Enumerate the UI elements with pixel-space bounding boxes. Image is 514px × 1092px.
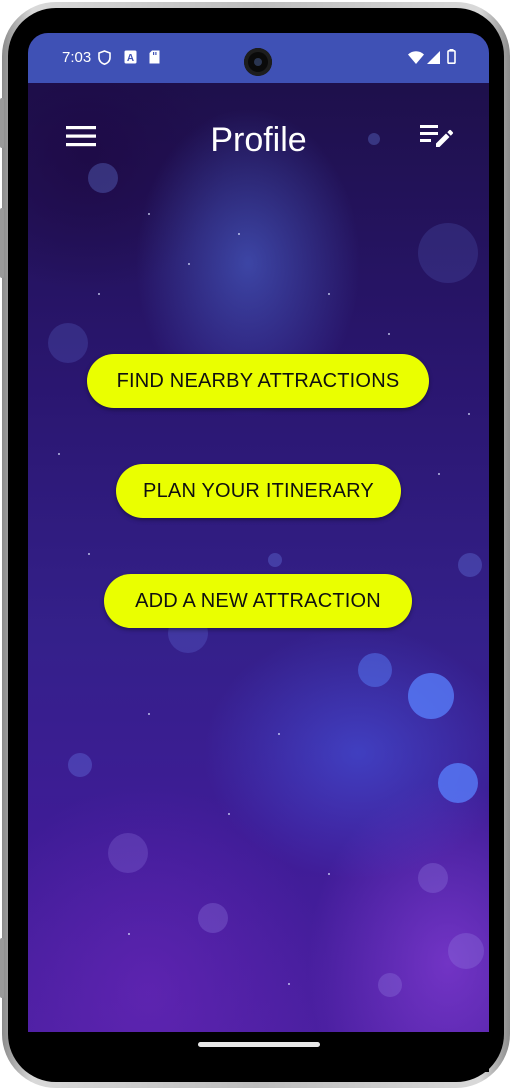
home-indicator[interactable] (198, 1042, 320, 1047)
app-toolbar: Profile (28, 83, 489, 199)
sd-card-icon (149, 50, 160, 69)
status-time: 7:03 (62, 49, 92, 66)
plan-itinerary-button[interactable]: PLAN YOUR ITINERARY (116, 464, 401, 518)
background-star (278, 733, 280, 735)
background-star (328, 293, 330, 295)
cell-signal-icon (427, 51, 440, 69)
background-bokeh (198, 903, 228, 933)
background-star (328, 873, 330, 875)
background-star (148, 213, 150, 215)
background-bokeh (48, 323, 88, 363)
background-bokeh (448, 933, 484, 969)
background-bokeh (358, 653, 392, 687)
shield-icon (98, 50, 111, 70)
background-bokeh (418, 863, 448, 893)
background-bokeh (418, 223, 478, 283)
edit-list-icon (420, 125, 454, 147)
background-star (238, 233, 240, 235)
front-camera (244, 48, 272, 76)
a-badge-icon: A (124, 50, 137, 69)
background-bokeh (458, 553, 482, 577)
add-new-attraction-button[interactable]: ADD A NEW ATTRACTION (104, 574, 412, 628)
app-screen: 7:03 A Profile FIND NEARBY ATTRACTIONS P… (28, 33, 489, 1032)
background-bokeh (408, 673, 454, 719)
background-bokeh (438, 763, 478, 803)
edit-list-button[interactable] (414, 121, 460, 155)
background-star (468, 413, 470, 415)
status-bar: 7:03 A (28, 33, 489, 83)
background-star (228, 813, 230, 815)
device-side-button (0, 98, 4, 148)
background-star (88, 553, 90, 555)
background-bokeh (268, 553, 282, 567)
wifi-icon (408, 51, 424, 69)
battery-icon (447, 49, 456, 69)
background-star (288, 983, 290, 985)
background-star (388, 333, 390, 335)
background-star (58, 453, 60, 455)
background-star (188, 263, 190, 265)
background-star (98, 293, 100, 295)
device-side-button (0, 208, 4, 278)
navigation-bar (28, 1032, 489, 1072)
background-bokeh (108, 833, 148, 873)
background-star (438, 473, 440, 475)
background-bokeh (378, 973, 402, 997)
svg-text:A: A (127, 53, 134, 64)
background-bokeh (68, 753, 92, 777)
device-side-button (0, 938, 4, 998)
background-star (128, 933, 130, 935)
background-star (148, 713, 150, 715)
find-nearby-attractions-button[interactable]: FIND NEARBY ATTRACTIONS (87, 354, 429, 408)
